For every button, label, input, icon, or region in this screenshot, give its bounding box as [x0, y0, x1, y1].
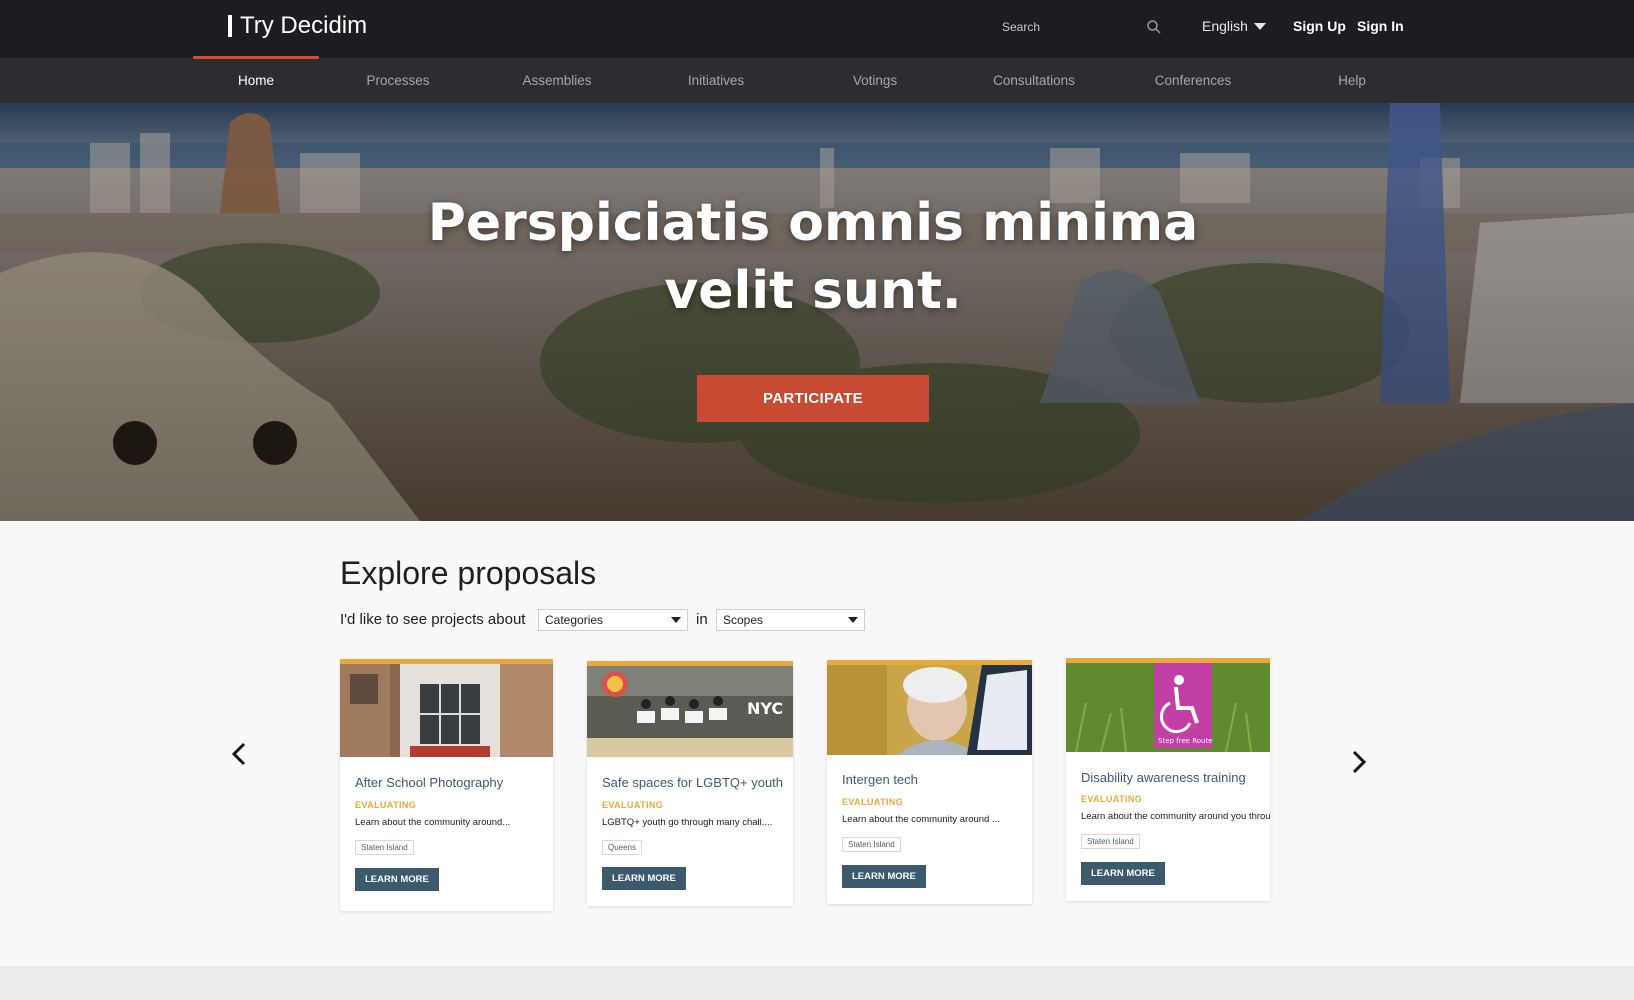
- nav-item-processes[interactable]: Processes: [335, 58, 461, 103]
- chevron-down-icon: [848, 617, 858, 623]
- sign-up-link[interactable]: Sign Up: [1293, 18, 1346, 34]
- card-description: LGBTQ+ youth go through many chall....: [602, 817, 773, 828]
- category-select-value: Categories: [545, 613, 604, 627]
- card-status-badge: EVALUATING: [602, 800, 664, 810]
- filter-prefix-text: I'd like to see projects about: [340, 611, 526, 628]
- learn-more-button[interactable]: LEARN MORE: [1081, 862, 1165, 885]
- card-title[interactable]: Intergen tech: [842, 772, 918, 787]
- site-logo[interactable]: Try Decidim: [228, 12, 367, 40]
- card-description: Learn about the community around you thr…: [1081, 811, 1270, 822]
- main-nav: Home Processes Assemblies Initiatives Vo…: [0, 58, 1634, 103]
- card-status-badge: EVALUATING: [1081, 794, 1143, 804]
- card-status-badge: EVALUATING: [355, 800, 417, 810]
- card-title[interactable]: Disability awareness training: [1081, 770, 1246, 785]
- learn-more-button[interactable]: LEARN MORE: [842, 865, 926, 888]
- nav-item-consultations[interactable]: Consultations: [971, 58, 1097, 103]
- scope-select[interactable]: Scopes: [716, 609, 865, 631]
- card-scope-tag[interactable]: Staten Island: [1081, 834, 1140, 849]
- scope-select-value: Scopes: [723, 613, 764, 627]
- sign-in-link[interactable]: Sign In: [1357, 18, 1404, 34]
- card-description: Learn about the community around...: [355, 817, 511, 828]
- learn-more-button[interactable]: LEARN MORE: [355, 868, 439, 891]
- card-description: Learn about the community around ...: [842, 814, 1000, 825]
- language-selector[interactable]: English: [1202, 18, 1266, 34]
- participate-button[interactable]: PARTICIPATE: [697, 375, 929, 422]
- nav-item-votings[interactable]: Votings: [812, 58, 938, 103]
- nav-item-initiatives[interactable]: Initiatives: [653, 58, 779, 103]
- logo-mark: [228, 15, 232, 37]
- explore-title: Explore proposals: [340, 555, 597, 591]
- language-label: English: [1202, 18, 1248, 34]
- footer-band: [0, 966, 1634, 1000]
- card-title[interactable]: Safe spaces for LGBTQ+ youth: [602, 775, 783, 790]
- nav-item-home[interactable]: Home: [193, 58, 319, 103]
- category-select[interactable]: Categories: [538, 609, 688, 631]
- carousel-prev-arrow-icon[interactable]: [228, 740, 252, 768]
- chevron-down-icon: [671, 617, 681, 623]
- nav-item-assemblies[interactable]: Assemblies: [494, 58, 620, 103]
- hero-title: Perspiciatis omnis minima velit sunt.: [427, 193, 1199, 321]
- card-scope-tag[interactable]: Staten Island: [355, 840, 414, 855]
- card-image-accessibility-sign: Step free Route: [1066, 663, 1270, 752]
- proposal-card[interactable]: Step free Route Disability awareness tra…: [1066, 658, 1270, 901]
- card-scope-tag[interactable]: Staten Island: [842, 837, 901, 852]
- nav-active-indicator: [193, 56, 319, 59]
- hero-banner: Perspiciatis omnis minima velit sunt. PA…: [0, 103, 1634, 521]
- filter-in-text: in: [696, 611, 708, 628]
- search-box: [994, 13, 1166, 41]
- search-input[interactable]: [994, 13, 1144, 41]
- card-image-youth-group: NYC: [587, 666, 793, 757]
- carousel-next-arrow-icon[interactable]: [1346, 748, 1370, 776]
- search-icon[interactable]: [1146, 19, 1162, 35]
- svg-text:Step free Route: Step free Route: [1158, 737, 1213, 745]
- top-bar: Try Decidim English Sign Up Sign In: [0, 0, 1634, 58]
- nav-item-help[interactable]: Help: [1289, 58, 1415, 103]
- logo-text: Try Decidim: [240, 12, 368, 39]
- card-image-elderly-woman: [827, 665, 1032, 755]
- card-status-badge: EVALUATING: [842, 797, 904, 807]
- svg-text:NYC: NYC: [747, 699, 783, 718]
- chevron-down-icon: [1253, 22, 1266, 30]
- card-title[interactable]: After School Photography: [355, 775, 503, 790]
- proposal-card[interactable]: Intergen tech EVALUATING Learn about the…: [827, 660, 1032, 904]
- proposal-card[interactable]: After School Photography EVALUATING Lear…: [340, 659, 553, 911]
- card-image-school: [340, 664, 553, 757]
- card-scope-tag[interactable]: Queens: [602, 840, 643, 855]
- proposal-card[interactable]: NYC Safe spaces for LGBTQ+ youth EVALUAT…: [587, 661, 793, 906]
- nav-item-conferences[interactable]: Conferences: [1130, 58, 1256, 103]
- learn-more-button[interactable]: LEARN MORE: [602, 867, 686, 890]
